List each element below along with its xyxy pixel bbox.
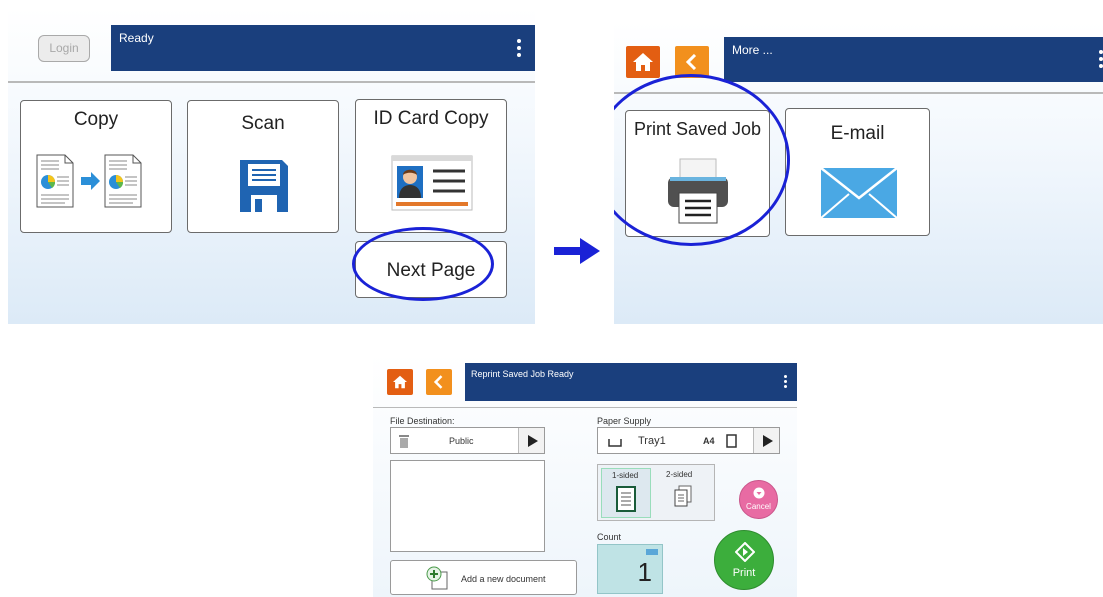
right-arrow-icon [554, 238, 600, 264]
paper-supply-selector[interactable]: Tray1 A4 [597, 427, 780, 454]
email-label: E-mail [830, 123, 885, 144]
copy-tile[interactable]: Copy [20, 100, 172, 233]
home-icon [393, 375, 407, 389]
stop-icon [753, 487, 765, 499]
diamond-start-icon [735, 542, 755, 562]
menu-kebab-icon[interactable] [1099, 50, 1103, 68]
screen-title: Reprint Saved Job Ready [471, 369, 574, 379]
envelope-icon [820, 167, 898, 219]
count-label: Count [597, 532, 622, 542]
divider [373, 407, 797, 408]
paper-size: A4 [703, 436, 715, 446]
id-card-copy-tile[interactable]: ID Card Copy [355, 99, 507, 233]
floppy-disk-icon [240, 160, 288, 212]
add-document-icon [426, 566, 448, 590]
count-keypad-icon [646, 549, 658, 555]
home-icon [633, 53, 653, 71]
id-card-icon [391, 155, 473, 211]
email-tile[interactable]: E-mail [785, 108, 930, 236]
destination-arrow-button[interactable] [518, 428, 544, 453]
copy-label: Copy [73, 109, 119, 130]
status-text: Ready [119, 31, 154, 45]
trash-bin-icon [399, 435, 409, 448]
home-button[interactable] [387, 369, 413, 395]
back-button[interactable] [426, 369, 452, 395]
one-sided-option[interactable]: 1-sided [601, 468, 651, 518]
add-document-label: Add a new document [461, 574, 546, 584]
one-sided-icon [616, 486, 636, 512]
document-list[interactable] [390, 460, 545, 552]
id-card-copy-label: ID Card Copy [373, 108, 489, 129]
tray-value: Tray1 [638, 435, 666, 447]
two-sided-label: 2-sided [666, 470, 693, 479]
tray-icon [608, 439, 622, 447]
count-value: 1 [637, 557, 652, 587]
chevron-left-icon [434, 375, 443, 389]
paper-supply-arrow-button[interactable] [753, 428, 779, 453]
menu-kebab-icon[interactable] [784, 375, 788, 388]
add-document-button[interactable]: Add a new document [390, 560, 577, 595]
more-screen-panel: More ... Print Saved Job E-mail [614, 22, 1103, 324]
status-bar: Ready [111, 25, 535, 71]
file-destination-label: File Destination: [390, 416, 455, 426]
count-field[interactable]: 1 [597, 544, 663, 594]
login-button[interactable]: Login [38, 35, 90, 62]
one-sided-label: 1-sided [612, 471, 639, 480]
chevron-left-icon [686, 54, 697, 70]
play-arrow-icon [528, 435, 538, 447]
print-button[interactable]: Print [714, 530, 774, 590]
reprint-saved-job-panel: Reprint Saved Job Ready File Destination… [373, 354, 797, 597]
paper-portrait-icon [726, 434, 737, 448]
menu-kebab-icon[interactable] [517, 39, 521, 57]
two-sided-option[interactable]: 2-sided [660, 468, 710, 518]
highlight-circle-next-page [352, 227, 494, 301]
paper-supply-label: Paper Supply [597, 416, 652, 426]
cancel-button[interactable]: Cancel [739, 480, 778, 519]
home-button[interactable] [626, 46, 660, 78]
status-text: More ... [732, 43, 773, 57]
divider [8, 81, 535, 83]
status-bar: Reprint Saved Job Ready [465, 363, 797, 401]
destination-value: Public [449, 436, 474, 446]
home-screen-panel: Login Ready Copy Scan ID Card Copy Next … [8, 8, 535, 324]
print-label: Print [732, 567, 756, 579]
play-arrow-icon [763, 435, 773, 447]
sides-selector: 1-sided 2-sided [597, 464, 715, 521]
copy-documents-icon [36, 154, 142, 208]
file-destination-selector[interactable]: Public [390, 427, 545, 454]
scan-label: Scan [241, 113, 285, 134]
cancel-label: Cancel [746, 502, 771, 511]
scan-tile[interactable]: Scan [187, 100, 339, 233]
two-sided-icon [674, 485, 692, 507]
status-bar: More ... [724, 37, 1103, 82]
